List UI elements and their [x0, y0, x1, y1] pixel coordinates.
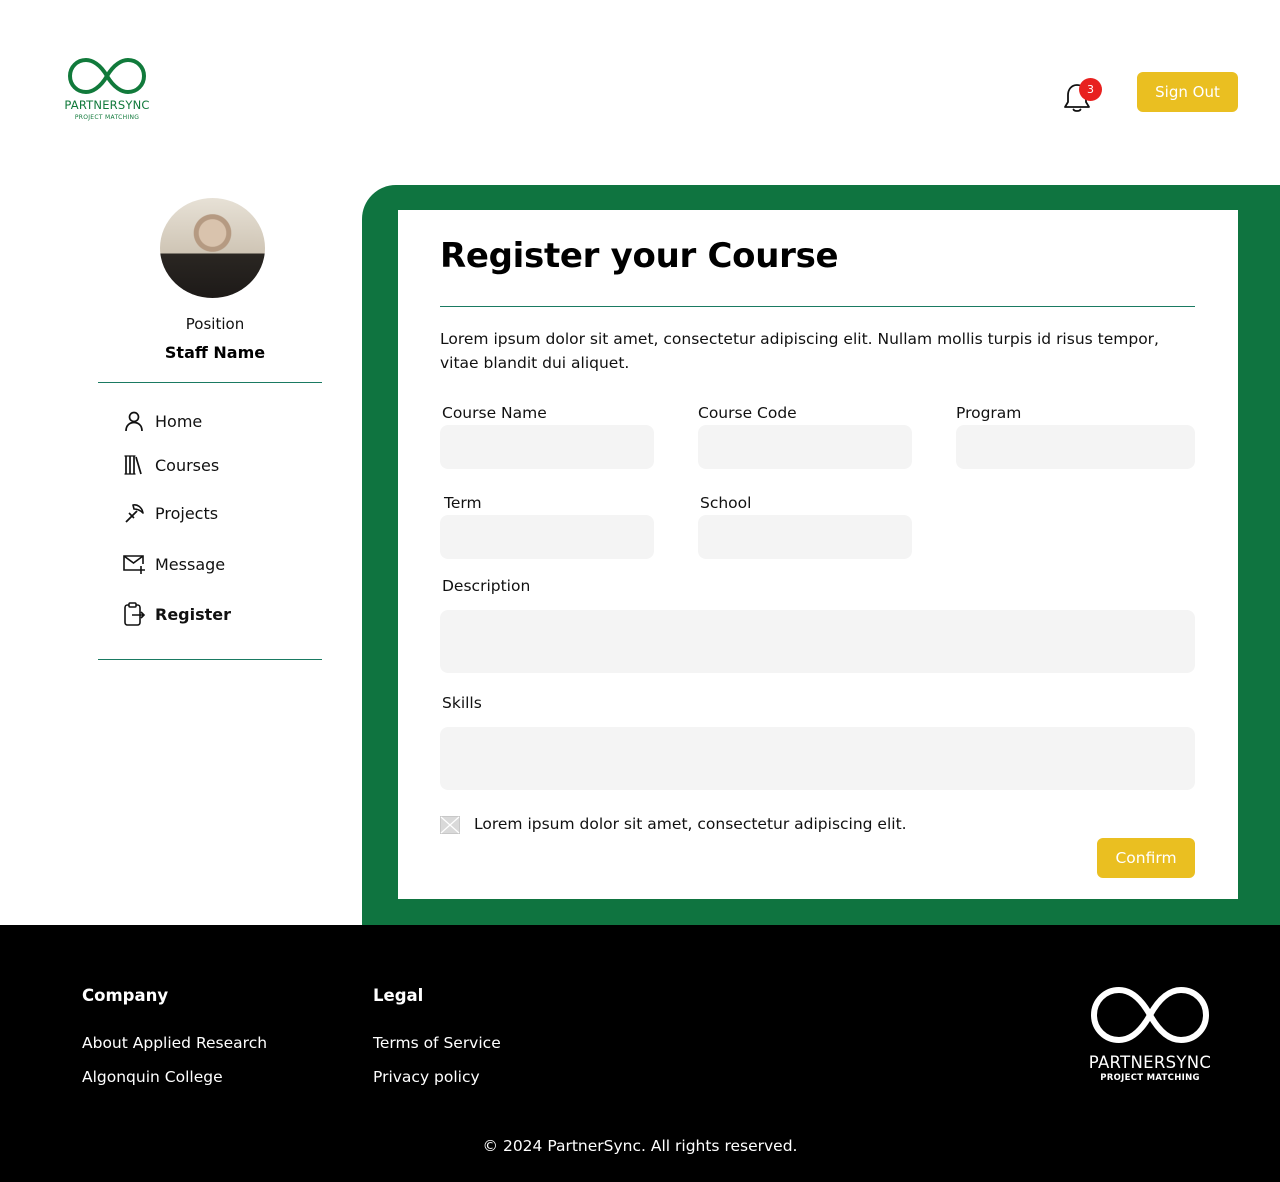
sidebar-item-home[interactable]: Home	[122, 408, 202, 434]
books-icon	[122, 453, 146, 477]
mail-plus-icon	[122, 552, 146, 576]
confirm-button[interactable]: Confirm	[1097, 838, 1195, 878]
program-label: Program	[956, 404, 1022, 422]
footer-link-terms-of-service[interactable]: Terms of Service	[373, 1034, 501, 1052]
footer-link-algonquin-college[interactable]: Algonquin College	[82, 1068, 223, 1086]
title-divider	[440, 306, 1195, 307]
course-code-input[interactable]	[698, 425, 912, 469]
skills-input[interactable]	[440, 727, 1195, 790]
term-label: Term	[444, 494, 482, 512]
page-title: Register your Course	[440, 236, 839, 276]
sidebar-item-label: Register	[155, 604, 232, 624]
skills-label: Skills	[442, 694, 482, 712]
agreement-checkbox[interactable]	[440, 816, 460, 834]
sidebar-divider-top	[98, 382, 322, 383]
footer-brand-name: PARTNERSYNC	[1088, 1053, 1212, 1072]
school-input[interactable]	[698, 515, 912, 559]
course-name-label: Course Name	[442, 404, 547, 422]
copyright-text: © 2024 PartnerSync. All rights reserved.	[482, 1137, 798, 1155]
sidebar-item-register[interactable]: Register	[122, 601, 231, 627]
infinity-logo-icon	[1090, 986, 1210, 1044]
tools-icon	[122, 501, 146, 525]
sidebar-item-projects[interactable]: Projects	[122, 500, 218, 526]
partnersync-logo[interactable]: PARTNERSYNC PROJECT MATCHING	[60, 56, 154, 121]
sidebar-item-label: Projects	[155, 503, 219, 523]
avatar	[160, 198, 265, 298]
sidebar-item-courses[interactable]: Courses	[122, 452, 219, 478]
profile-staff-name: Staff Name	[164, 343, 266, 362]
term-input[interactable]	[440, 515, 654, 559]
description-input[interactable]	[440, 610, 1195, 673]
form-intro-text: Lorem ipsum dolor sit amet, consectetur …	[440, 330, 1159, 372]
footer-company-heading: Company	[82, 986, 169, 1005]
notification-count-badge: 3	[1079, 78, 1102, 101]
brand-tagline: PROJECT MATCHING	[74, 114, 140, 121]
agreement-checkbox-label: Lorem ipsum dolor sit amet, consectetur …	[474, 815, 907, 833]
footer-partnersync-logo[interactable]: PARTNERSYNC PROJECT MATCHING	[1080, 985, 1220, 1083]
footer: Company About Applied Research Algonquin…	[0, 925, 1280, 1182]
infinity-logo-icon	[67, 57, 147, 95]
course-code-label: Course Code	[698, 404, 797, 422]
sign-out-button[interactable]: Sign Out	[1137, 72, 1238, 112]
footer-legal-heading: Legal	[373, 986, 424, 1005]
sidebar-item-label: Home	[155, 411, 203, 431]
sidebar-divider-bottom	[98, 659, 322, 660]
footer-link-privacy-policy[interactable]: Privacy policy	[373, 1068, 480, 1086]
description-label: Description	[442, 577, 531, 595]
sidebar-item-label: Courses	[155, 455, 220, 475]
clipboard-arrow-icon	[122, 602, 146, 626]
program-input[interactable]	[956, 425, 1195, 469]
user-icon	[122, 409, 146, 433]
header: PARTNERSYNC PROJECT MATCHING 3 Sign Out	[0, 0, 1280, 185]
brand-name: PARTNERSYNC	[64, 98, 150, 112]
footer-brand-tagline: PROJECT MATCHING	[1100, 1073, 1200, 1083]
footer-link-about-applied-research[interactable]: About Applied Research	[82, 1034, 267, 1052]
school-label: School	[700, 494, 752, 512]
course-name-input[interactable]	[440, 425, 654, 469]
sidebar-item-label: Message	[155, 554, 226, 574]
sidebar-item-message[interactable]: Message	[122, 551, 225, 577]
profile-position: Position	[185, 315, 245, 333]
